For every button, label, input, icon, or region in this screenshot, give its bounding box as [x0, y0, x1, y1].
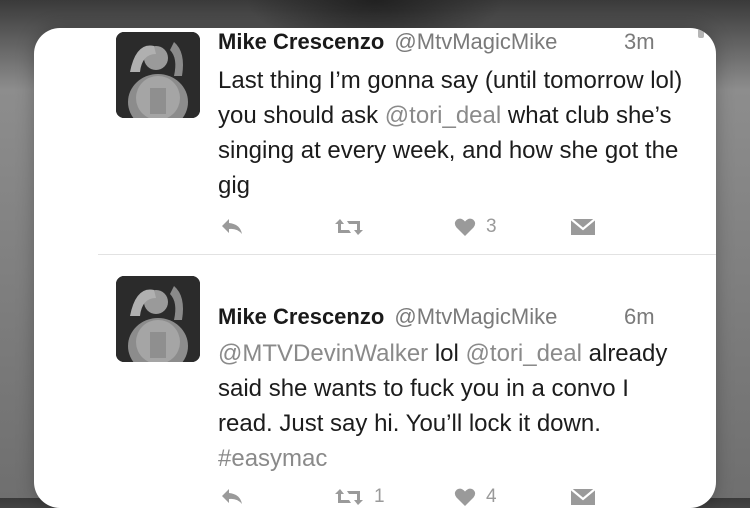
profile-photo	[116, 276, 200, 362]
author-name[interactable]: Mike Crescenzo	[218, 29, 384, 54]
like-button[interactable]: 3	[454, 214, 497, 240]
retweet-icon	[335, 219, 363, 235]
retweet-button[interactable]	[334, 214, 374, 240]
text-segment: lol	[428, 340, 466, 367]
reply-button[interactable]	[220, 214, 244, 240]
like-count: 4	[486, 486, 497, 507]
tweet-header: Mike Crescenzo @MtvMagicMike	[218, 28, 658, 56]
tweet-header: Mike Crescenzo @MtvMagicMike	[218, 303, 658, 331]
direct-message-button[interactable]	[570, 214, 596, 240]
reply-button[interactable]	[220, 484, 244, 508]
direct-message-button[interactable]	[570, 484, 596, 508]
tweet-text: @MTVDevinWalker lol @tori_deal already s…	[218, 336, 688, 476]
timeline-card: Mike Crescenzo @MtvMagicMike 3m Last thi…	[34, 28, 716, 508]
retweet-button[interactable]: 1	[334, 484, 385, 508]
profile-photo	[116, 32, 200, 118]
tweet[interactable]: Mike Crescenzo @MtvMagicMike 6m @MTVDevi…	[34, 258, 716, 508]
like-count: 3	[486, 216, 497, 237]
timestamp[interactable]: 3m	[624, 28, 655, 56]
mention-link[interactable]: @tori_deal	[385, 102, 501, 129]
heart-icon	[454, 218, 476, 236]
direct-message-icon	[570, 218, 596, 235]
mention-link[interactable]: @MTVDevinWalker	[218, 340, 428, 367]
tweet-actions: 3	[218, 214, 638, 240]
timestamp[interactable]: 6m	[624, 303, 655, 331]
like-button[interactable]: 4	[454, 484, 497, 508]
tweet-actions: 1 4	[218, 484, 638, 508]
tweet-divider	[98, 254, 716, 255]
avatar[interactable]	[116, 276, 200, 362]
author-handle[interactable]: @MtvMagicMike	[394, 29, 557, 54]
mention-link[interactable]: @tori_deal	[466, 340, 582, 367]
avatar[interactable]	[116, 32, 200, 118]
reply-icon	[222, 219, 242, 234]
hashtag-link[interactable]: #easymac	[218, 445, 327, 472]
heart-icon	[454, 488, 476, 506]
retweet-count: 1	[374, 486, 385, 507]
tweet-text: Last thing I’m gonna say (until tomorrow…	[218, 63, 688, 203]
tweet[interactable]: Mike Crescenzo @MtvMagicMike 3m Last thi…	[34, 28, 716, 253]
author-name[interactable]: Mike Crescenzo	[218, 304, 384, 329]
author-handle[interactable]: @MtvMagicMike	[394, 304, 557, 329]
retweet-icon	[335, 489, 363, 505]
direct-message-icon	[570, 488, 596, 505]
reply-icon	[222, 489, 242, 504]
